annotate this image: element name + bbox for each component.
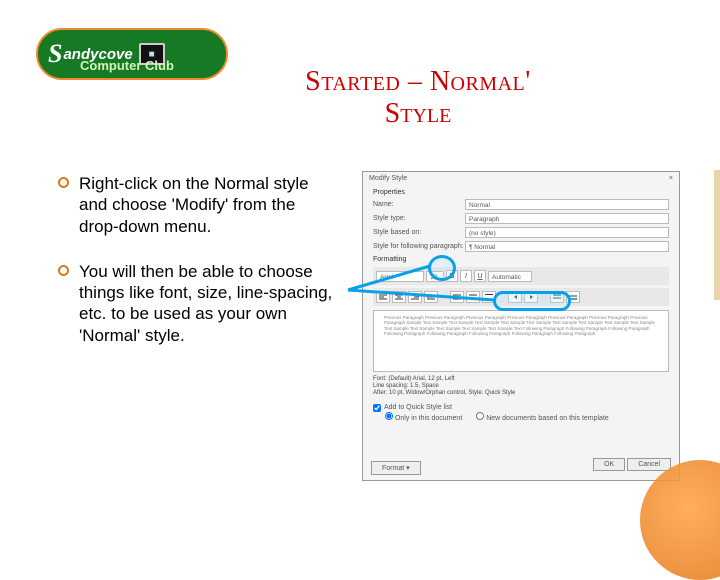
callout-line-icon: [0, 0, 720, 540]
side-accent: [714, 170, 720, 300]
